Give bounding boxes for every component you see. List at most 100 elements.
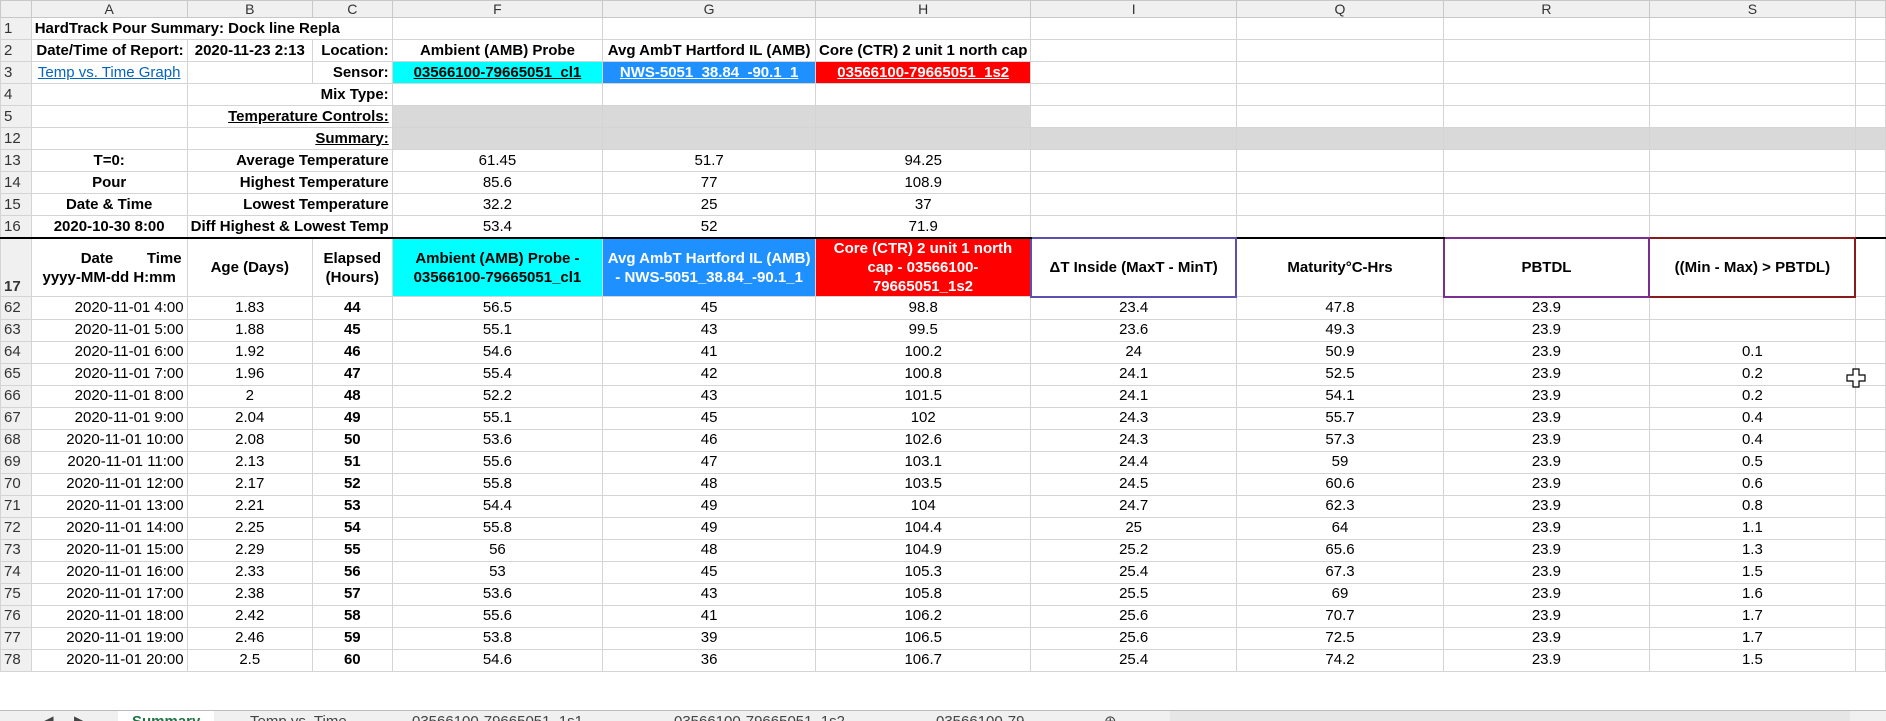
cell-h[interactable]: 106.2 [815,604,1032,628]
avg-ambt-column-header[interactable]: Avg AmbT Hartford IL (AMB) - NWS-5051_38… [602,237,817,297]
col-header[interactable]: F [391,0,604,18]
pbtdl-check-column-header[interactable]: ((Min - Max) > PBTDL) [1648,237,1857,298]
cell-q[interactable]: 69 [1235,582,1445,606]
cell-s[interactable]: 0.8 [1648,494,1856,518]
col-header[interactable]: C [311,0,393,18]
cell-f[interactable]: 55.1 [391,406,604,430]
location-h[interactable]: Core (CTR) 2 unit 1 north cap [815,39,1032,62]
cell-h[interactable]: 104 [815,494,1032,518]
stat-value[interactable]: 25 [602,193,817,216]
cell-i[interactable]: 24.1 [1030,362,1237,386]
cell-f[interactable]: 53.6 [391,582,604,606]
t0-pour[interactable]: Pour [30,171,188,194]
cell-i[interactable]: 24.5 [1030,472,1237,496]
cell-r[interactable]: 23.9 [1443,406,1650,430]
cell-date[interactable]: 2020-11-01 17:00 [30,582,188,606]
cell-h[interactable]: 103.1 [815,450,1032,474]
cell-i[interactable]: 24.3 [1030,406,1237,430]
cell-s[interactable]: 0.5 [1648,450,1856,474]
cell-el[interactable]: 44 [311,296,393,320]
col-header[interactable]: A [30,0,188,18]
stat-value[interactable]: 71.9 [815,215,1032,239]
cell-r[interactable]: 23.9 [1443,516,1650,540]
cell-r[interactable]: 23.9 [1443,494,1650,518]
cell-i[interactable]: 24 [1030,340,1237,364]
location-g[interactable]: Avg AmbT Hartford IL (AMB) [602,39,817,62]
sensor-g-link[interactable]: NWS-5051_38.84_-90.1_1 [602,61,817,84]
cell-r[interactable]: 23.9 [1443,428,1650,452]
stat-value[interactable]: 53.4 [391,215,604,239]
cell-date[interactable]: 2020-11-01 9:00 [30,406,188,430]
cell-date[interactable]: 2020-11-01 5:00 [30,318,188,342]
cell-s[interactable]: 1.3 [1648,538,1856,562]
col-header[interactable]: I [1030,0,1237,18]
col-header[interactable]: H [815,0,1032,18]
cell-q[interactable]: 59 [1235,450,1445,474]
cell-date[interactable]: 2020-11-01 7:00 [30,362,188,386]
cell-f[interactable]: 53.6 [391,428,604,452]
cell-h[interactable]: 105.8 [815,582,1032,606]
cell-g[interactable]: 41 [602,604,817,628]
cell-el[interactable]: 56 [311,560,393,584]
temp-graph-link[interactable]: Temp vs. Time Graph [38,64,181,81]
col-header[interactable]: Q [1235,0,1445,18]
cell-g[interactable]: 46 [602,428,817,452]
cell-h[interactable]: 102 [815,406,1032,430]
cell-i[interactable]: 24.3 [1030,428,1237,452]
cell-s[interactable]: 0.2 [1648,384,1856,408]
cell-el[interactable]: 45 [311,318,393,342]
cell-g[interactable]: 36 [602,648,817,672]
row-header[interactable]: 12 [0,127,32,150]
cell-s[interactable]: 0.1 [1648,340,1856,364]
cell-q[interactable]: 64 [1235,516,1445,540]
row-header[interactable]: 17 [0,237,32,297]
cell-g[interactable]: 47 [602,450,817,474]
cell-g[interactable]: 42 [602,362,817,386]
cell-age[interactable]: 2.04 [186,406,313,430]
cell-g[interactable]: 43 [602,318,817,342]
cell-s[interactable]: 0.4 [1648,406,1856,430]
cell-s[interactable] [1648,296,1856,320]
row-header[interactable]: 1 [0,17,32,40]
stat-value[interactable]: 52 [602,215,817,239]
cell-h[interactable]: 105.3 [815,560,1032,584]
mix-type-label[interactable]: Mix Type: [186,83,393,106]
cell-g[interactable]: 45 [602,296,817,320]
cell-r[interactable]: 23.9 [1443,538,1650,562]
cell-el[interactable]: 48 [311,384,393,408]
cell-i[interactable]: 24.1 [1030,384,1237,408]
row-header[interactable]: 74 [0,560,32,584]
stat-value[interactable]: 37 [815,193,1032,216]
pbtdl-column-header[interactable]: PBTDL [1442,237,1651,298]
delta-t-column-header[interactable]: ΔT Inside (MaxT - MinT) [1029,237,1238,298]
sensor-f-link[interactable]: 03566100-79665051_cl1 [391,61,604,84]
row-header[interactable]: 13 [0,149,32,172]
cell-f[interactable]: 56.5 [391,296,604,320]
cell-q[interactable]: 50.9 [1235,340,1445,364]
cell-r[interactable]: 23.9 [1443,560,1650,584]
row-header[interactable]: 69 [0,450,32,474]
cell-i[interactable]: 25.2 [1030,538,1237,562]
cell-r[interactable]: 23.9 [1443,472,1650,496]
cell-r[interactable]: 23.9 [1443,648,1650,672]
cell-g[interactable]: 39 [602,626,817,650]
cell-age[interactable]: 1.96 [186,362,313,386]
stat-value[interactable]: 61.45 [391,149,604,172]
date-column-header[interactable]: Date Time yyyy-MM-dd H:mm [30,237,188,297]
cell-r[interactable]: 23.9 [1443,340,1650,364]
cell-h[interactable]: 104.9 [815,538,1032,562]
cell-date[interactable]: 2020-11-01 4:00 [30,296,188,320]
cell-r[interactable]: 23.9 [1443,626,1650,650]
cell-h[interactable]: 106.5 [815,626,1032,650]
cell-i[interactable]: 23.4 [1030,296,1237,320]
cell-age[interactable]: 2.25 [186,516,313,540]
cell-f[interactable]: 55.4 [391,362,604,386]
cell-age[interactable]: 2.38 [186,582,313,606]
cell-date[interactable]: 2020-11-01 15:00 [30,538,188,562]
cell-q[interactable]: 57.3 [1235,428,1445,452]
cell-r[interactable]: 23.9 [1443,582,1650,606]
cell-f[interactable]: 54.6 [391,648,604,672]
ambient-probe-column-header[interactable]: Ambient (AMB) Probe - 03566100-79665051_… [391,237,604,297]
cell-q[interactable]: 74.2 [1235,648,1445,672]
cell-f[interactable]: 52.2 [391,384,604,408]
